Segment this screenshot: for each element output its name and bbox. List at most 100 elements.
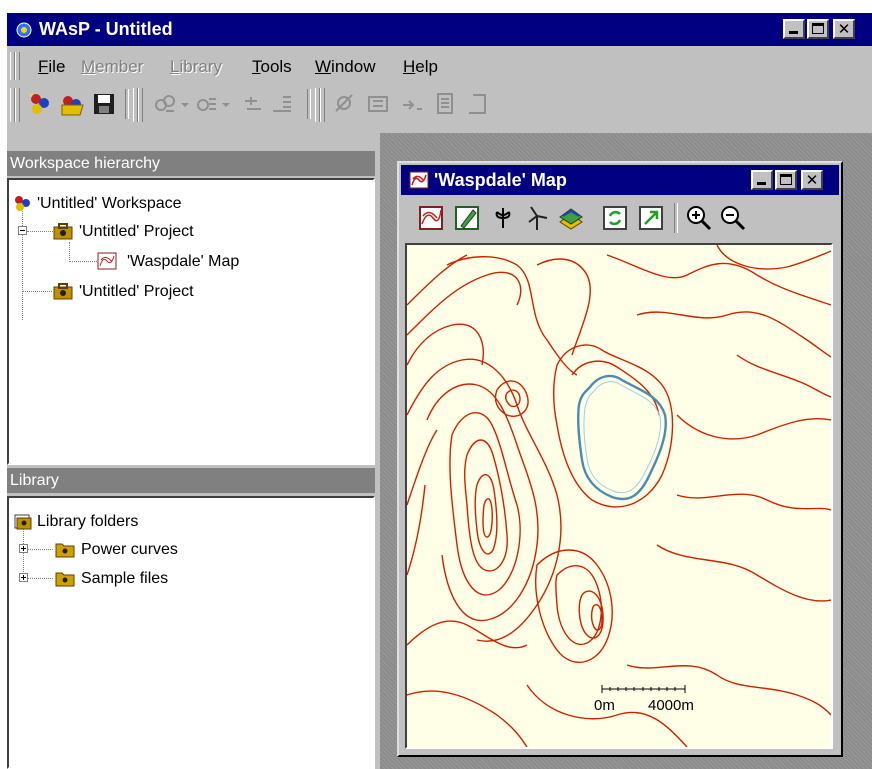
contour-line	[407, 690, 528, 747]
map-close-button[interactable]: ✕	[801, 170, 823, 190]
contour-line	[736, 354, 831, 398]
menu-tools-label: ools	[260, 57, 292, 76]
menu-member[interactable]: Member	[81, 57, 143, 77]
contour-line	[407, 254, 468, 306]
expand-icon[interactable]	[19, 544, 28, 553]
toolbar-separator	[125, 89, 129, 119]
menu-window-mnemonic: W	[315, 57, 332, 76]
export-icon[interactable]	[637, 204, 665, 232]
toolbar-grip-6[interactable]	[320, 88, 325, 122]
contour-line	[494, 380, 529, 417]
toolbar-grip-4[interactable]	[138, 88, 143, 122]
refresh-icon[interactable]	[601, 204, 629, 232]
turbine-icon[interactable]	[523, 204, 551, 232]
zoom-out-icon[interactable]	[719, 204, 747, 232]
library-add-icon[interactable]	[332, 91, 358, 117]
menu-library[interactable]: Library	[170, 57, 222, 77]
map-window[interactable]: 'Waspdale' Map ✕ 0m 4000m	[397, 161, 843, 757]
scale-bar	[601, 685, 686, 693]
tree-item-project[interactable]: 'Untitled' Project	[53, 280, 353, 304]
collapse-icon[interactable]	[18, 226, 27, 235]
library-open-icon[interactable]	[365, 91, 391, 117]
map-canvas[interactable]: 0m 4000m	[405, 243, 833, 749]
contour-line	[407, 271, 522, 336]
map-site-icon[interactable]	[489, 204, 517, 232]
main-toolbar	[7, 85, 637, 125]
toolbar-separator	[307, 89, 311, 119]
tree-connector	[22, 291, 52, 292]
contour-line	[606, 254, 831, 306]
folder-icon	[55, 572, 75, 587]
dropdown-arrow-icon[interactable]	[179, 91, 191, 117]
minimize-icon	[757, 182, 766, 185]
title-bar[interactable]: WAsP - Untitled ✕	[7, 13, 872, 46]
tree-item-power-curves[interactable]: Power curves	[55, 538, 355, 562]
map-icon[interactable]	[409, 171, 429, 189]
tree-item-label: 'Untitled' Workspace	[37, 195, 182, 212]
minimize-button[interactable]	[783, 19, 805, 39]
map-maximize-button[interactable]	[775, 170, 797, 190]
map-window-title: 'Waspdale' Map	[434, 170, 567, 190]
tree-item-map[interactable]: 'Waspdale' Map	[97, 250, 357, 274]
menu-library-label: ibrary	[179, 57, 222, 76]
contour-line	[474, 474, 498, 555]
menu-window[interactable]: Window	[315, 57, 375, 77]
menu-tools[interactable]: Tools	[252, 57, 292, 77]
project-briefcase-icon	[53, 283, 73, 300]
dropdown-arrow-icon[interactable]	[220, 91, 232, 117]
maximize-button[interactable]	[807, 19, 829, 39]
toolbar-grip-2[interactable]	[15, 88, 20, 122]
zoom-in-icon[interactable]	[685, 204, 713, 232]
menu-bar: File Member Library Tools Window Help	[7, 50, 872, 82]
minimize-icon	[789, 31, 798, 34]
map-minimize-button[interactable]	[751, 170, 773, 190]
library-tree[interactable]: Library folders Power curves Sample file…	[7, 496, 375, 769]
map-edit-icon[interactable]	[417, 204, 445, 232]
menu-help-mnemonic: H	[403, 57, 416, 76]
contour-line	[526, 684, 688, 747]
map-pen-icon[interactable]	[453, 204, 481, 232]
tree-item-workspace[interactable]: 'Untitled' Workspace	[11, 192, 351, 216]
map-icon	[97, 252, 117, 270]
library-panel-title: Library	[7, 468, 375, 493]
library-folder-icon	[14, 514, 32, 530]
library-list-icon[interactable]	[465, 91, 491, 117]
menu-member-mnemonic: M	[81, 57, 96, 76]
menu-grip-2[interactable]	[15, 52, 20, 80]
tree-item-library-folders[interactable]: Library folders	[11, 510, 311, 534]
project-briefcase-icon	[53, 223, 73, 240]
menu-file[interactable]: File	[38, 57, 65, 77]
scale-end-label: 4000m	[648, 697, 694, 714]
tree-connector	[69, 261, 97, 262]
new-workspace-icon[interactable]	[27, 91, 53, 117]
wasp-application: WAsP - Untitled ✕ File Member Library To…	[7, 13, 872, 769]
member-tool-icon[interactable]	[239, 91, 265, 117]
save-icon[interactable]	[91, 91, 117, 117]
contour-line	[552, 344, 674, 508]
window-title: WAsP - Untitled	[39, 19, 173, 39]
close-icon: ✕	[837, 20, 851, 38]
tree-item-label: Power curves	[81, 541, 178, 558]
member-list-icon[interactable]	[269, 91, 295, 117]
contour-map[interactable]	[407, 245, 831, 747]
workspace-tree[interactable]: 'Untitled' Workspace 'Untitled' Project …	[7, 178, 375, 465]
wasp-app-icon[interactable]	[15, 21, 33, 39]
insert-member-icon[interactable]	[193, 91, 219, 117]
expand-icon[interactable]	[19, 573, 28, 582]
layers-icon[interactable]	[557, 204, 585, 232]
open-workspace-icon[interactable]	[59, 91, 85, 117]
menu-tools-mnemonic: T	[252, 57, 261, 76]
tree-item-label: Library folders	[37, 513, 139, 530]
tree-item-sample-files[interactable]: Sample files	[55, 567, 355, 591]
workspace-panel-title: Workspace hierarchy	[7, 151, 375, 176]
close-button[interactable]: ✕	[833, 19, 855, 39]
add-member-icon[interactable]	[152, 91, 178, 117]
menu-help-label: elp	[415, 57, 438, 76]
tree-item-project[interactable]: 'Untitled' Project	[53, 220, 353, 244]
library-insert-icon[interactable]	[399, 91, 425, 117]
library-file-icon[interactable]	[432, 91, 458, 117]
map-window-title-bar[interactable]: 'Waspdale' Map ✕	[401, 165, 839, 195]
contour-line	[464, 439, 508, 572]
menu-help[interactable]: Help	[403, 57, 438, 77]
contour-line	[676, 493, 831, 511]
